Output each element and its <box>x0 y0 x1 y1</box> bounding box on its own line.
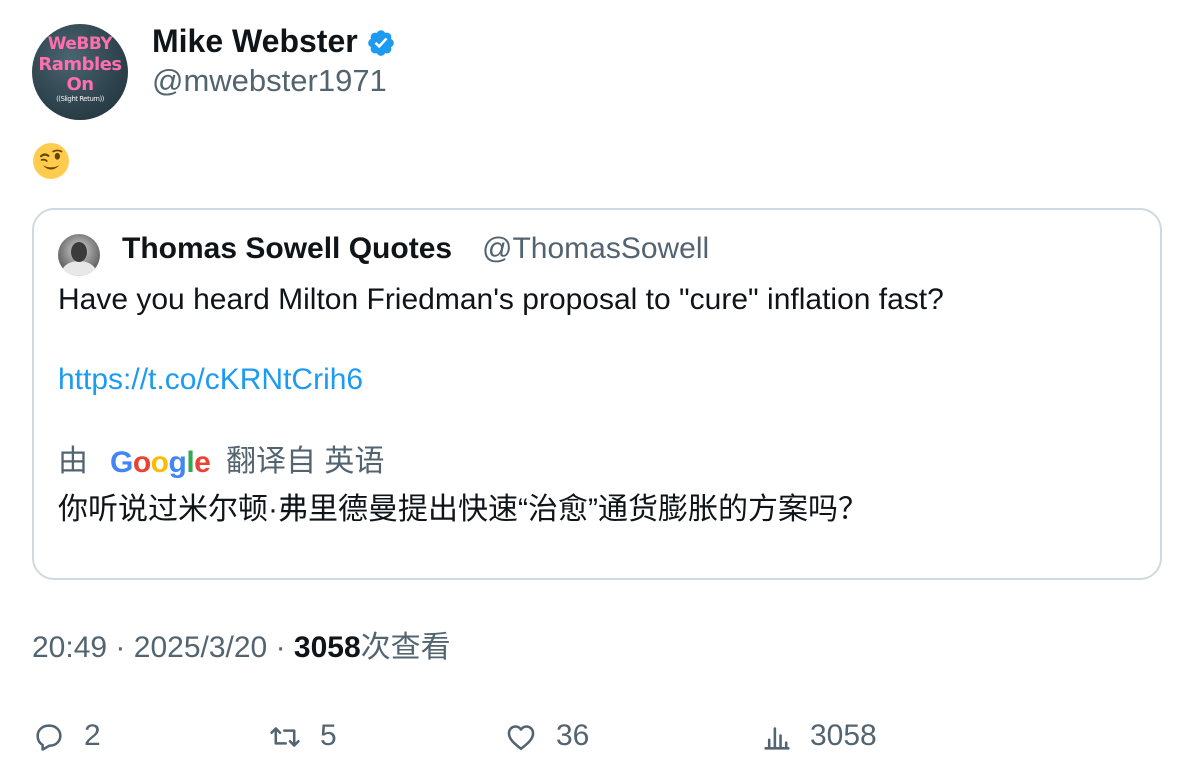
author-avatar[interactable]: WeBBY Rambles On ((Slight Return)) <box>32 24 128 120</box>
quoted-author-handle[interactable]: @ThomasSowell <box>482 230 709 268</box>
analytics-bars-icon <box>764 727 790 750</box>
winking-face-emoji-icon <box>33 143 69 179</box>
tweet-date[interactable]: 2025/3/20 <box>134 631 267 664</box>
views-action-count: 3058 <box>810 719 877 752</box>
meta-separator: · <box>275 631 286 664</box>
translate-from-label[interactable]: 翻译自 英语 <box>226 442 384 482</box>
translated-tweet-text: 你听说过米尔顿·弗里德曼提出快速“治愈”通货膨胀的方案吗？ <box>58 493 868 526</box>
retweet-icon <box>270 727 300 747</box>
tweet-meta: 20:49 · 2025/3/20 · 3058次查看 <box>32 628 451 668</box>
verified-badge-icon <box>368 30 394 56</box>
like-button[interactable]: 36 <box>504 716 604 756</box>
quoted-tweet-link[interactable]: https://t.co/cKRNtCrih6 <box>58 360 363 400</box>
translate-by-label: 由 <box>58 445 88 478</box>
reply-count: 2 <box>84 719 101 752</box>
quoted-author-avatar[interactable] <box>58 234 100 276</box>
retweet-button[interactable]: 5 <box>268 716 348 756</box>
quoted-tweet-text: Have you heard Milton Friedman's proposa… <box>58 283 944 316</box>
author-handle[interactable]: @mwebster1971 <box>152 62 387 100</box>
svg-text:Google: Google <box>110 446 210 479</box>
avatar-text-line: ((Slight Return)) <box>56 95 104 103</box>
reply-button[interactable]: 2 <box>32 716 112 756</box>
reply-icon <box>36 724 62 751</box>
quoted-author-name[interactable]: Thomas Sowell Quotes <box>122 230 452 268</box>
author-display-name[interactable]: Mike Webster <box>152 22 358 60</box>
tweet-time[interactable]: 20:49 <box>32 631 107 664</box>
quoted-tweet-card[interactable]: Thomas Sowell Quotes @ThomasSowell Have … <box>32 208 1162 580</box>
meta-separator: · <box>115 631 126 664</box>
retweet-count: 5 <box>320 719 337 752</box>
like-count: 36 <box>556 719 590 752</box>
views-label: 次查看 <box>360 631 451 664</box>
google-logo-icon[interactable]: Google <box>110 445 210 479</box>
avatar-text-line: WeBBY <box>47 34 113 54</box>
heart-icon <box>507 725 535 751</box>
views-button[interactable]: 3058 <box>760 716 890 756</box>
avatar-text-line: Rambles <box>38 54 122 75</box>
avatar-text-line: On <box>66 74 94 95</box>
views-count: 3058 <box>293 631 361 664</box>
